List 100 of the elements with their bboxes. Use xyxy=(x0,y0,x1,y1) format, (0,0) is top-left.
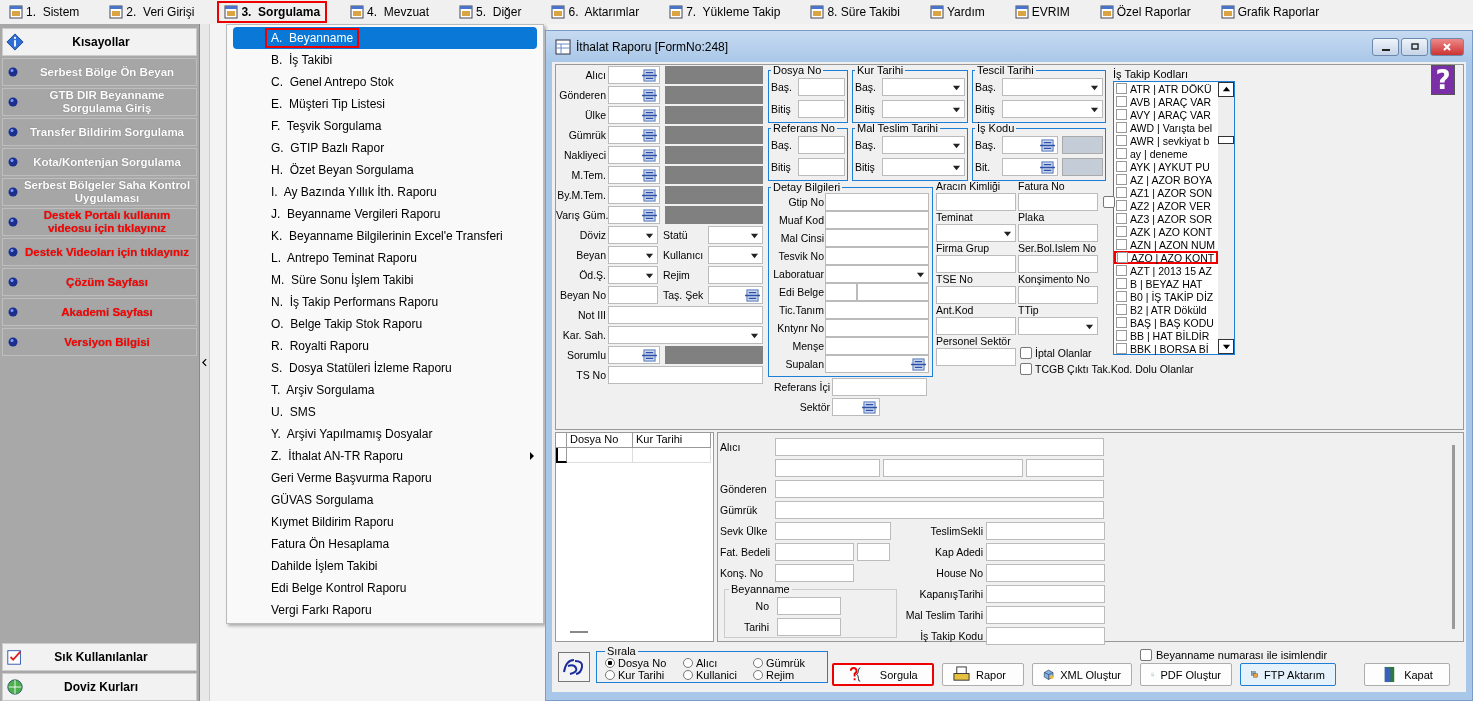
input-field[interactable] xyxy=(936,348,1016,366)
input-field[interactable] xyxy=(825,283,857,301)
report-button[interactable]: Rapor xyxy=(942,663,1024,686)
radio-button[interactable] xyxy=(605,658,615,668)
maximize-button[interactable] xyxy=(1401,37,1428,56)
scrollbar[interactable] xyxy=(1218,82,1234,354)
input-field[interactable] xyxy=(986,626,1105,645)
dropdown-field[interactable] xyxy=(708,226,763,244)
list-item[interactable]: AZ2 | AZOR VER xyxy=(1114,199,1218,212)
list-item[interactable]: AZT | 2013 15 AZ xyxy=(1114,264,1218,277)
xml-button[interactable]: XML Oluştur xyxy=(1032,663,1132,686)
menu-item[interactable]: Yardım xyxy=(922,1,992,23)
list-item[interactable]: AYK | AYKUT PU xyxy=(1114,160,1218,173)
input-field[interactable] xyxy=(775,458,880,477)
list-item[interactable]: AZ3 | AZOR SOR xyxy=(1114,212,1218,225)
dropdown-field[interactable] xyxy=(608,266,658,284)
dropdown-field[interactable] xyxy=(608,326,763,344)
input-field[interactable] xyxy=(936,193,1016,211)
input-field[interactable] xyxy=(857,283,929,301)
checkbox[interactable] xyxy=(1116,174,1127,185)
checkbox[interactable] xyxy=(1020,363,1032,375)
input-field[interactable] xyxy=(608,286,658,304)
input-field[interactable] xyxy=(777,596,841,615)
menu-item[interactable]: 8. Süre Takibi xyxy=(803,1,907,23)
menu-item[interactable]: 1. Sistem xyxy=(2,1,87,23)
input-field[interactable] xyxy=(936,317,1016,335)
list-item[interactable]: AWD | Varışta bel xyxy=(1114,121,1218,134)
menu-option[interactable]: F. Teşvik Sorgulama xyxy=(233,115,537,137)
list-item[interactable]: B2 | ATR Döküld xyxy=(1114,303,1218,316)
input-field[interactable] xyxy=(825,229,929,247)
checkbox[interactable] xyxy=(1116,83,1127,94)
lookup-field[interactable] xyxy=(1002,158,1058,176)
dropdown-field[interactable] xyxy=(882,100,965,118)
dropdown-field[interactable] xyxy=(882,158,965,176)
input-field[interactable] xyxy=(798,78,845,96)
input-field[interactable] xyxy=(775,479,1104,498)
input-field[interactable] xyxy=(936,255,1016,273)
menu-option[interactable]: GÜVAS Sorgulama xyxy=(233,489,537,511)
lookup-field[interactable] xyxy=(708,286,763,304)
input-field[interactable] xyxy=(986,584,1105,603)
dropdown-field[interactable] xyxy=(1018,317,1098,335)
menu-option[interactable]: U. SMS xyxy=(233,401,537,423)
lookup-field[interactable] xyxy=(608,86,660,104)
menu-item[interactable]: 3. Sorgulama xyxy=(217,1,328,23)
input-field[interactable] xyxy=(825,319,929,337)
input-field[interactable] xyxy=(825,211,929,229)
logo-icon[interactable] xyxy=(558,652,590,682)
sidebar-header[interactable]: Kısayollar xyxy=(2,28,197,56)
input-field[interactable] xyxy=(777,617,841,636)
input-field[interactable] xyxy=(986,605,1105,624)
menu-option[interactable]: E. Müşteri Tip Listesi xyxy=(233,93,537,115)
input-field[interactable] xyxy=(608,306,763,324)
list-item[interactable]: B | BEYAZ HAT xyxy=(1114,277,1218,290)
menu-option[interactable]: A. Beyanname xyxy=(233,27,537,49)
menu-option[interactable]: Z. İthalat AN-TR Raporu xyxy=(233,445,537,467)
input-field[interactable] xyxy=(1018,224,1098,242)
radio-button[interactable] xyxy=(683,670,693,680)
input-field[interactable] xyxy=(775,500,1104,519)
checkbox[interactable] xyxy=(1116,265,1127,276)
checkbox[interactable] xyxy=(1116,213,1127,224)
input-field[interactable] xyxy=(986,521,1105,540)
input-field[interactable] xyxy=(1018,193,1098,211)
list-item[interactable]: AZ1 | AZOR SON xyxy=(1114,186,1218,199)
menu-item[interactable]: EVRIM xyxy=(1007,1,1077,23)
list-item[interactable]: BB | HAT BİLDİR xyxy=(1114,329,1218,342)
checkbox[interactable] xyxy=(1116,330,1127,341)
list-item[interactable]: B0 | İŞ TAKİP DİZ xyxy=(1114,290,1218,303)
dropdown-field[interactable] xyxy=(825,265,929,283)
input-field[interactable] xyxy=(798,158,845,176)
list-item[interactable]: AVY | ARAÇ VAR xyxy=(1114,108,1218,121)
lookup-field[interactable] xyxy=(1002,136,1058,154)
menu-option[interactable]: Fatura Ön Hesaplama xyxy=(233,533,537,555)
menu-option[interactable]: B. İş Takibi xyxy=(233,49,537,71)
lookup-field[interactable] xyxy=(608,346,660,364)
input-field[interactable] xyxy=(857,542,890,561)
checkbox[interactable] xyxy=(1116,96,1127,107)
dropdown-field[interactable] xyxy=(1002,100,1103,118)
menu-option[interactable]: J. Beyanname Vergileri Raporu xyxy=(233,203,537,225)
input-field[interactable] xyxy=(825,301,929,319)
pdf-button[interactable]: PDF Oluştur xyxy=(1140,663,1232,686)
input-field[interactable] xyxy=(708,266,763,284)
input-field[interactable] xyxy=(825,193,929,211)
radio-button[interactable] xyxy=(753,658,763,668)
menu-option[interactable]: H. Özet Beyan Sorgulama xyxy=(233,159,537,181)
input-field[interactable] xyxy=(798,100,845,118)
checkbox[interactable] xyxy=(1116,148,1127,159)
checkbox[interactable] xyxy=(1116,343,1127,354)
menu-item[interactable]: 6. Aktarımlar xyxy=(544,1,647,23)
menu-option[interactable]: Geri Verme Başvurma Raporu xyxy=(233,467,537,489)
menu-option[interactable]: S. Dosya Statüleri İzleme Raporu xyxy=(233,357,537,379)
dropdown-field[interactable] xyxy=(882,78,965,96)
query-button[interactable]: Sorgula xyxy=(832,663,934,686)
scroll-thumb[interactable] xyxy=(1218,136,1234,144)
checkbox[interactable] xyxy=(1116,122,1127,133)
sidebar-section[interactable]: Doviz Kurları xyxy=(2,673,197,701)
list-item[interactable]: ay | deneme xyxy=(1114,147,1218,160)
input-field[interactable] xyxy=(775,563,854,582)
dropdown-field[interactable] xyxy=(708,246,763,264)
menu-item[interactable]: 2. Veri Girişi xyxy=(102,1,202,23)
input-field[interactable] xyxy=(775,542,854,561)
